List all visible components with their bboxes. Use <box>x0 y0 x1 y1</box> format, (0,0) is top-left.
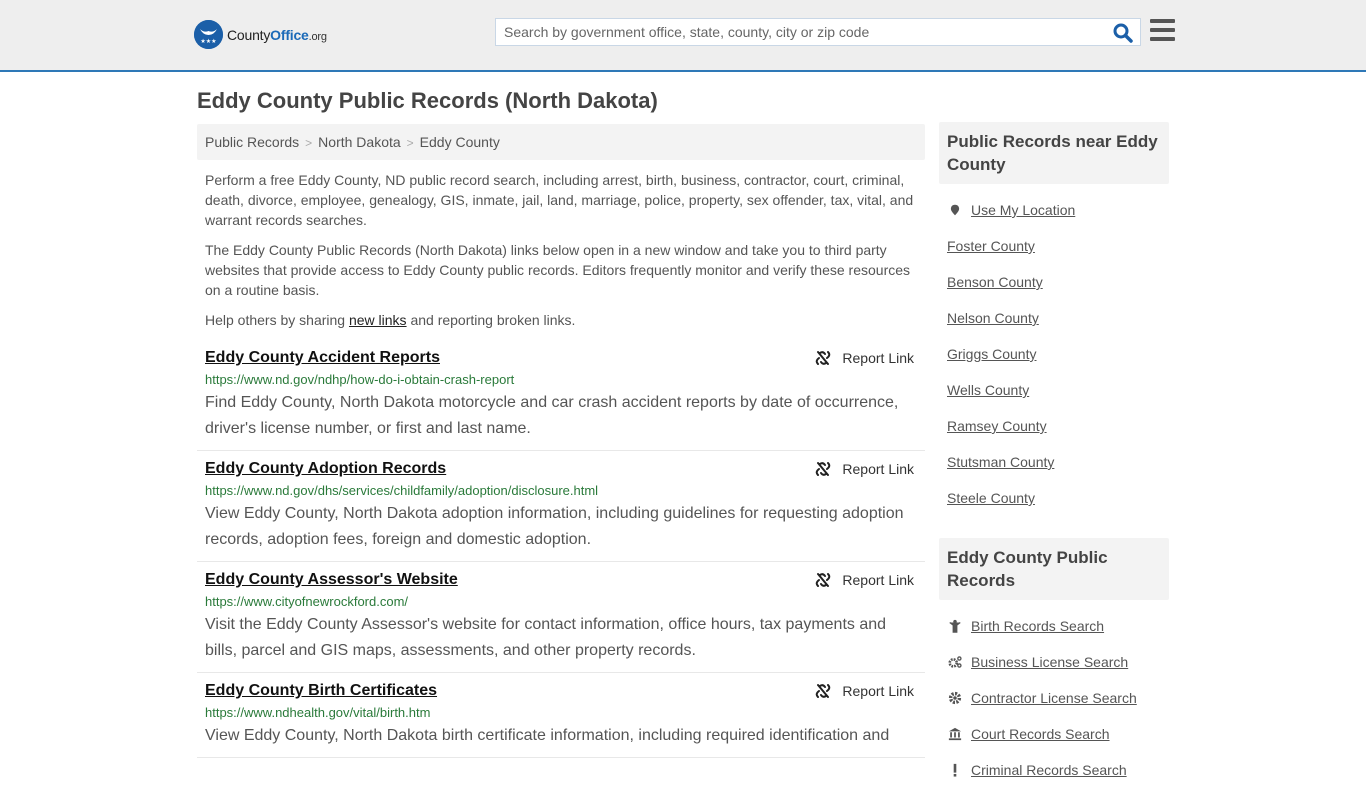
nearby-county-item: Griggs County <box>947 342 1161 378</box>
county-records-header: Eddy County Public Records <box>939 538 1169 600</box>
intro-paragraph-2: The Eddy County Public Records (North Da… <box>205 242 911 298</box>
nearby-county-link[interactable]: Stutsman County <box>947 454 1054 470</box>
record-description: View Eddy County, North Dakota adoption … <box>205 505 904 548</box>
new-links-link[interactable]: new links <box>349 312 407 328</box>
nearby-county-link[interactable]: Steele County <box>947 490 1035 506</box>
county-record-link[interactable]: Contractor License Search <box>971 690 1137 706</box>
breadcrumb-public-records[interactable]: Public Records <box>205 134 299 150</box>
record-title-link[interactable]: Eddy County Accident Reports <box>205 348 440 368</box>
top-header: ★★★ CountyOffice.org <box>0 0 1366 72</box>
svg-text:★★★: ★★★ <box>200 38 216 45</box>
logo-text: CountyOffice.org <box>227 26 327 43</box>
record-url: https://www.nd.gov/ndhp/how-do-i-obtain-… <box>205 372 515 387</box>
county-record-link[interactable]: Business License Search <box>971 654 1128 670</box>
county-record-item: Court Records Search <box>947 722 1161 758</box>
intro-paragraph-3: Help others by sharing new links and rep… <box>205 312 576 328</box>
broken-link-icon <box>816 351 831 365</box>
county-record-item: Contractor License Search <box>947 686 1161 722</box>
use-my-location-link[interactable]: Use My Location <box>971 202 1075 218</box>
page-title: Eddy County Public Records (North Dakota… <box>197 88 658 113</box>
main-content: Public Records > North Dakota > Eddy County … <box>197 124 925 758</box>
record-description: Visit the Eddy County Assessor's website… <box>205 616 887 659</box>
county-record-item: Birth Records Search <box>947 614 1161 650</box>
cogs-icon <box>947 654 963 670</box>
nearby-county-link[interactable]: Foster County <box>947 238 1035 254</box>
record-list: Eddy County Accident Reports Report Link… <box>197 340 925 758</box>
county-records-title: Eddy County Public Records <box>947 548 1108 590</box>
nearby-county-item: Wells County <box>947 378 1161 414</box>
breadcrumb-separator: > <box>305 136 313 150</box>
nearby-county-item: Ramsey County <box>947 414 1161 450</box>
nearby-county-item: Steele County <box>947 486 1161 522</box>
report-link-button[interactable]: Report Link <box>815 683 914 699</box>
county-record-link[interactable]: Criminal Records Search <box>971 762 1127 778</box>
record-item: Eddy County Birth Certificates Report Li… <box>197 673 925 758</box>
intro-text: Perform a free Eddy County, ND public re… <box>197 170 925 330</box>
report-link-button[interactable]: Report Link <box>815 572 914 588</box>
breadcrumb: Public Records > North Dakota > Eddy County <box>197 124 925 160</box>
record-url: https://www.ndhealth.gov/vital/birth.htm <box>205 705 431 720</box>
hamburger-menu-icon[interactable] <box>1150 19 1175 43</box>
record-description: View Eddy County, North Dakota birth cer… <box>205 727 890 744</box>
nearby-county-link[interactable]: Ramsey County <box>947 418 1047 434</box>
county-record-link[interactable]: Court Records Search <box>971 726 1110 742</box>
nearby-county-item: Benson County <box>947 270 1161 306</box>
nearby-records-header: Public Records near Eddy County <box>939 122 1169 184</box>
broken-link-icon <box>816 684 831 698</box>
breadcrumb-north-dakota[interactable]: North Dakota <box>318 134 400 150</box>
record-title-link[interactable]: Eddy County Birth Certificates <box>205 681 437 701</box>
record-url: https://www.nd.gov/dhs/services/childfam… <box>205 483 599 498</box>
search-input[interactable] <box>496 19 1096 45</box>
county-record-item: Business License Search <box>947 650 1161 686</box>
county-records-list: Birth Records Search Business License Se… <box>939 614 1169 794</box>
exclamation-icon <box>947 762 963 778</box>
child-icon <box>947 618 963 634</box>
nearby-county-link[interactable]: Wells County <box>947 382 1029 398</box>
map-marker-icon <box>947 202 963 218</box>
breadcrumb-separator: > <box>406 136 414 150</box>
site-logo[interactable]: ★★★ CountyOffice.org <box>194 20 327 49</box>
logo-eagle-icon: ★★★ <box>194 20 223 49</box>
broken-link-icon <box>816 462 831 476</box>
county-record-link[interactable]: Birth Records Search <box>971 618 1104 634</box>
record-title-link[interactable]: Eddy County Adoption Records <box>205 459 446 479</box>
use-my-location-item: Use My Location <box>947 198 1161 234</box>
report-link-button[interactable]: Report Link <box>815 461 914 477</box>
courthouse-icon <box>947 726 963 742</box>
sidebar: Public Records near Eddy County Use My L… <box>939 122 1169 794</box>
county-record-item: Criminal Records Search <box>947 758 1161 794</box>
nearby-records-title: Public Records near Eddy County <box>947 132 1158 174</box>
record-item: Eddy County Adoption Records Report Link… <box>197 451 925 562</box>
nearby-county-item: Nelson County <box>947 306 1161 342</box>
nearby-county-item: Foster County <box>947 234 1161 270</box>
broken-link-icon <box>816 573 831 587</box>
nearby-county-list: Use My Location Foster County Benson Cou… <box>939 198 1169 522</box>
intro-paragraph-1: Perform a free Eddy County, ND public re… <box>205 172 914 228</box>
record-url: https://www.cityofnewrockford.com/ <box>205 594 409 609</box>
report-link-button[interactable]: Report Link <box>815 350 914 366</box>
search-bar <box>495 18 1141 46</box>
record-description: Find Eddy County, North Dakota motorcycl… <box>205 394 899 437</box>
breadcrumb-eddy-county[interactable]: Eddy County <box>420 134 500 150</box>
record-item: Eddy County Assessor's Website Report Li… <box>197 562 925 673</box>
nearby-county-link[interactable]: Griggs County <box>947 346 1036 362</box>
nearby-county-link[interactable]: Nelson County <box>947 310 1039 326</box>
search-icon[interactable] <box>1112 22 1134 44</box>
nearby-county-item: Stutsman County <box>947 450 1161 486</box>
gear-icon <box>947 690 963 706</box>
nearby-county-link[interactable]: Benson County <box>947 274 1043 290</box>
record-item: Eddy County Accident Reports Report Link… <box>197 340 925 451</box>
record-title-link[interactable]: Eddy County Assessor's Website <box>205 570 458 590</box>
